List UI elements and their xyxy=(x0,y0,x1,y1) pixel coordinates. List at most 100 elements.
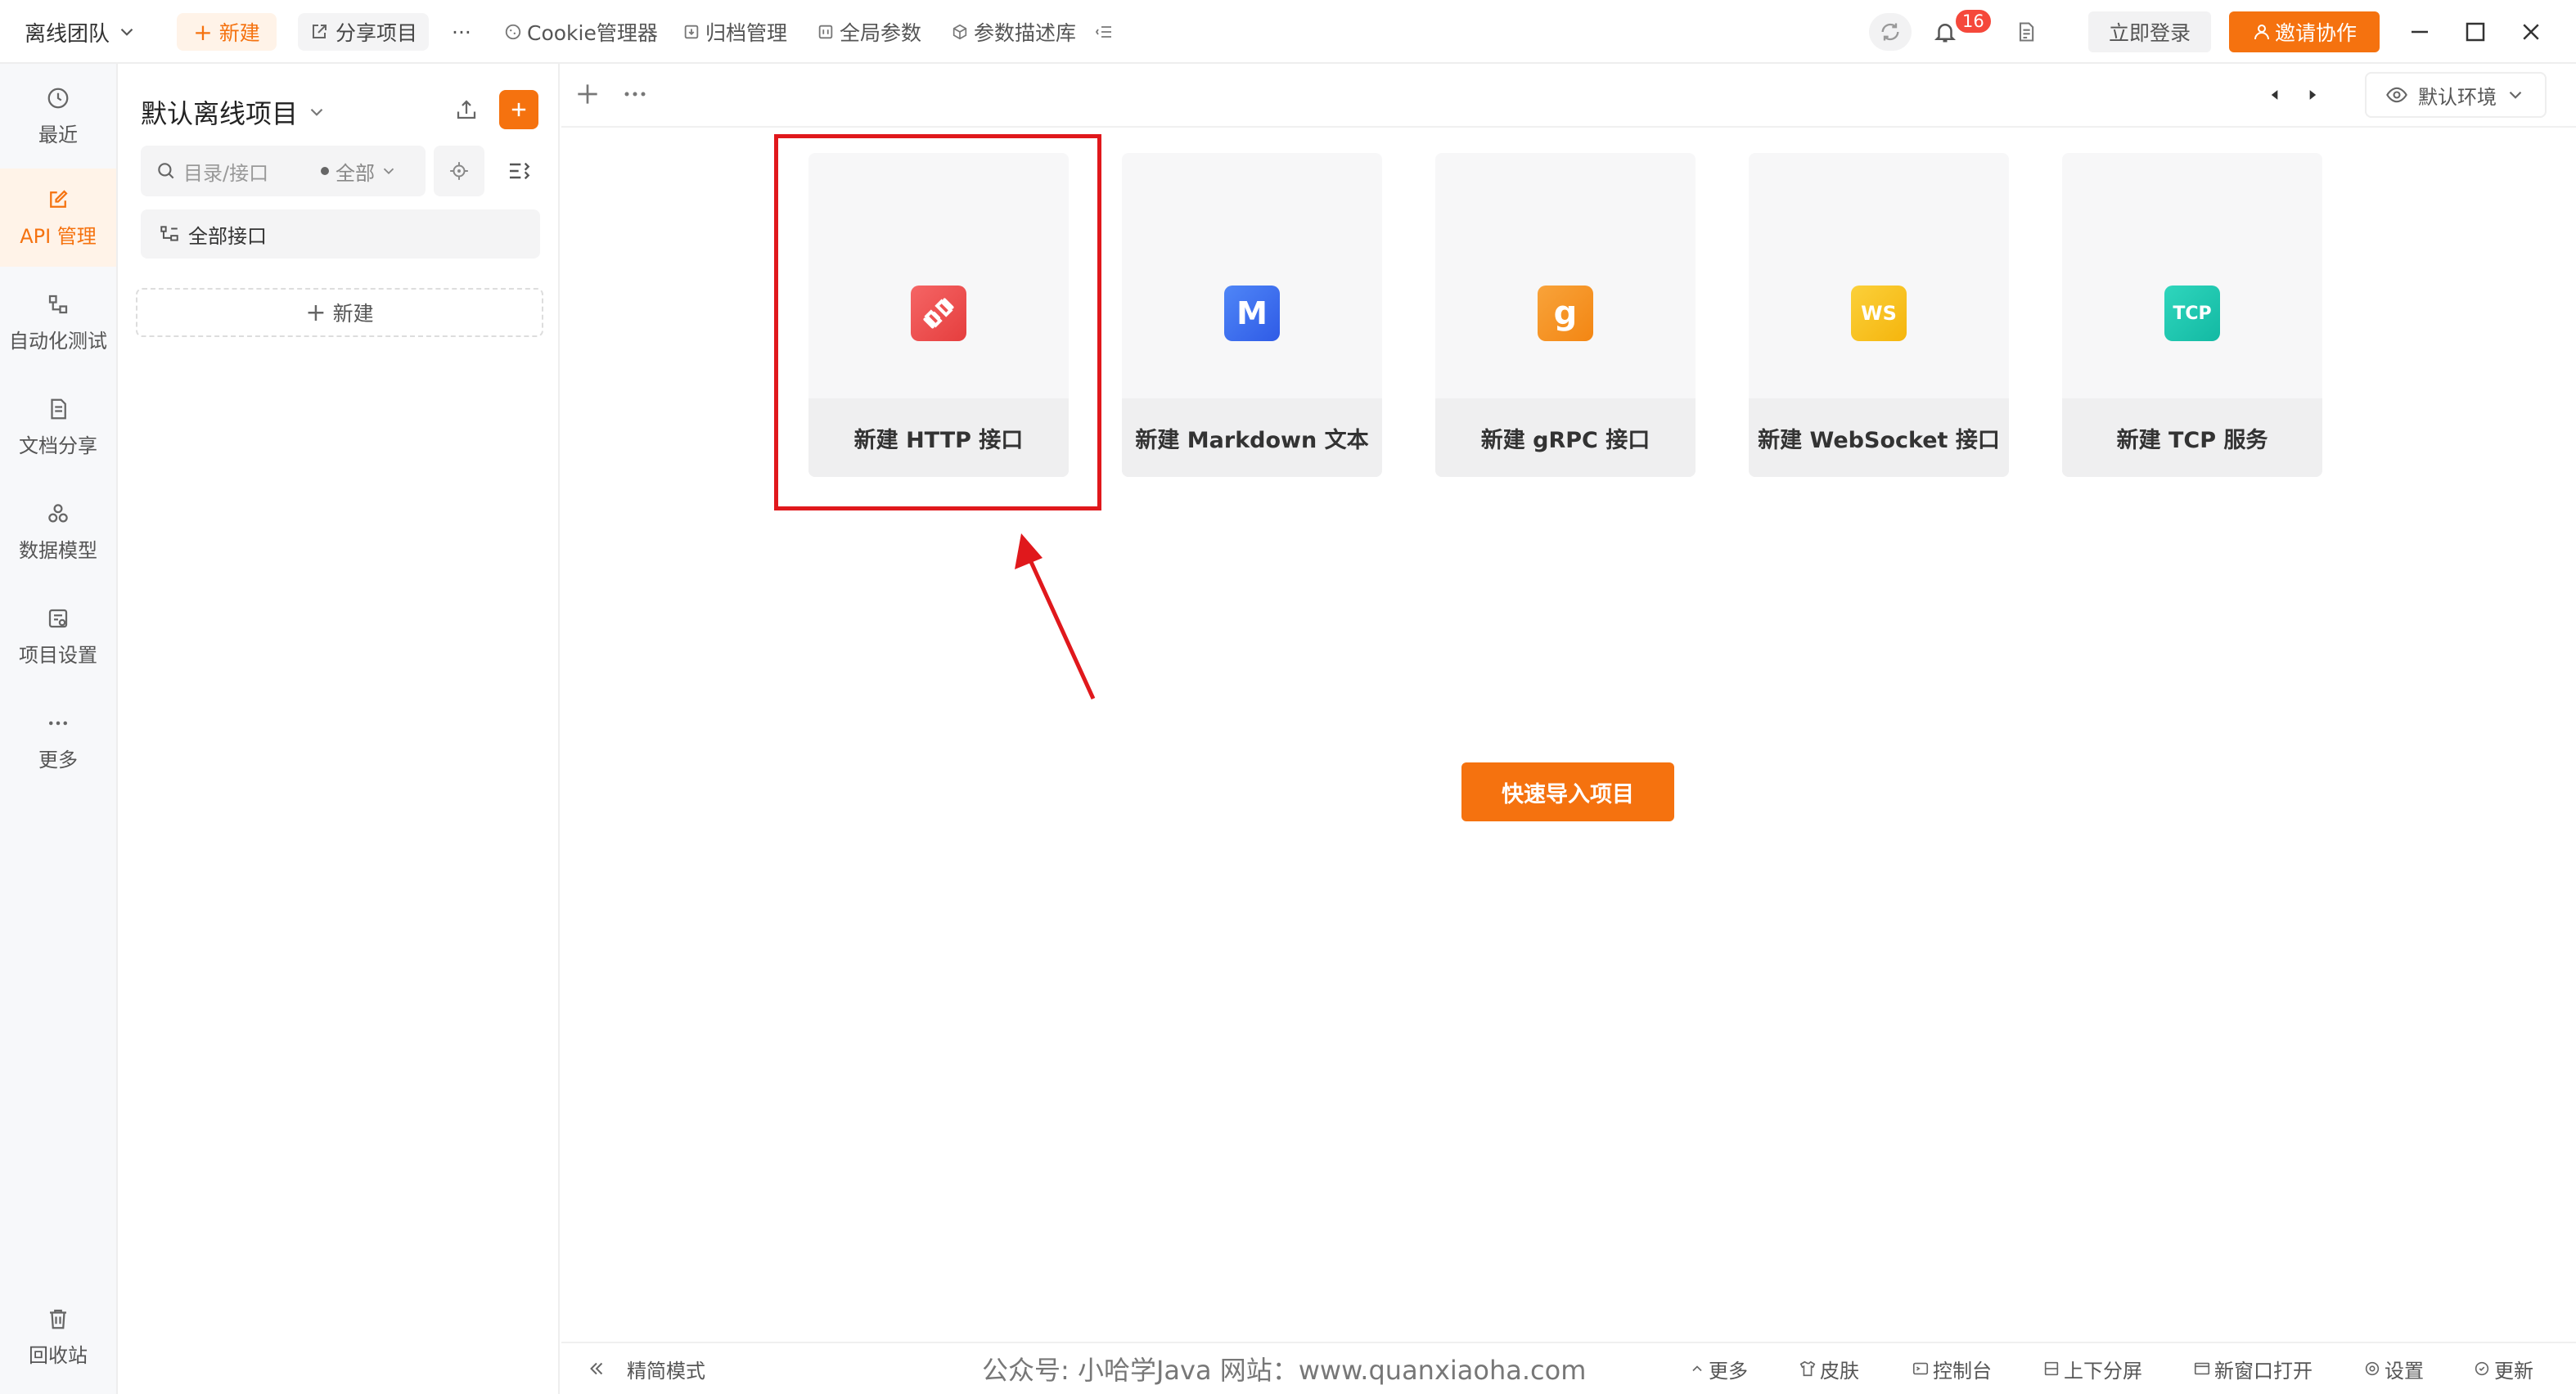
menu-cookie-manager[interactable]: Cookie管理器 xyxy=(504,0,658,64)
team-selector[interactable]: 离线团队 xyxy=(25,0,137,64)
new-item-button[interactable]: + 新建 xyxy=(136,288,543,337)
window-icon xyxy=(2194,1362,2210,1375)
status-console-button[interactable]: 控制台 xyxy=(1912,1343,1992,1394)
sync-icon xyxy=(1881,23,1899,41)
status-item-label: 新窗口打开 xyxy=(2214,1359,2313,1383)
status-more-button[interactable]: 更多 xyxy=(1689,1343,1748,1394)
status-item-label: 更多 xyxy=(1709,1359,1748,1383)
chevron-up-icon xyxy=(1692,1365,1702,1372)
nav-project-settings[interactable]: 项目设置 xyxy=(0,587,116,686)
notes-button[interactable] xyxy=(2015,0,2038,64)
status-split-button[interactable]: 上下分屏 xyxy=(2042,1343,2142,1394)
menu-global-params[interactable]: 全局参数 xyxy=(817,0,921,64)
chevron-down-icon xyxy=(120,28,133,36)
left-nav: 最近 API 管理 自动化测试 文档分享 数据模型 项目设置 更多 回收站 xyxy=(0,64,118,1394)
nav-api-management[interactable]: API 管理 xyxy=(0,169,116,267)
double-chevron-left-icon xyxy=(590,1362,603,1375)
chevron-down-icon xyxy=(383,168,394,175)
maximize-icon xyxy=(2466,22,2485,42)
top-bar: 离线团队 + 新建 分享项目 ··· Cookie管理器 归档管理 全局参数 参… xyxy=(0,0,2576,64)
list-collapse-icon xyxy=(1095,26,1111,38)
search-icon xyxy=(158,163,174,179)
quick-import-button[interactable]: 快速导入项目 xyxy=(1461,762,1674,821)
filter-dropdown[interactable]: 全部 xyxy=(321,157,398,186)
project-selector[interactable]: 默认离线项目 xyxy=(141,93,327,131)
menu-label: 全局参数 xyxy=(840,21,922,45)
menu-archive[interactable]: 归档管理 xyxy=(682,0,787,64)
plus-icon: + xyxy=(305,298,327,327)
login-button[interactable]: 立即登录 xyxy=(2088,11,2211,52)
trash-icon xyxy=(50,1309,66,1329)
sync-button[interactable] xyxy=(1869,13,1912,51)
menu-label: 归档管理 xyxy=(705,21,788,45)
new-button[interactable]: + 新建 xyxy=(177,13,277,51)
export-button[interactable] xyxy=(448,92,484,128)
status-item-label: 设置 xyxy=(2385,1359,2424,1383)
maximize-button[interactable] xyxy=(2463,0,2488,64)
tree-item-all-api[interactable]: 全部接口 xyxy=(141,209,540,259)
menu-label: 参数描述库 xyxy=(974,21,1077,45)
simple-mode-button[interactable]: 精简模式 xyxy=(586,1343,705,1394)
simple-mode-label: 精简模式 xyxy=(627,1359,705,1383)
close-icon xyxy=(2523,24,2539,40)
invite-button[interactable]: 邀请协作 xyxy=(2229,11,2380,52)
share-project-button[interactable]: 分享项目 xyxy=(298,13,429,51)
close-button[interactable] xyxy=(2519,0,2543,64)
document-icon xyxy=(51,398,66,419)
more-horizontal-icon xyxy=(49,721,67,725)
search-input[interactable]: 目录/接口 全部 xyxy=(141,146,426,196)
nav-doc-share[interactable]: 文档分享 xyxy=(0,378,116,476)
minimize-button[interactable] xyxy=(2407,0,2432,64)
notification-button[interactable] xyxy=(1933,0,1957,64)
plus-icon: + xyxy=(193,18,213,46)
status-item-label: 上下分屏 xyxy=(2064,1359,2142,1383)
nav-label: 更多 xyxy=(38,748,78,771)
status-update-button[interactable]: 更新 xyxy=(2473,1343,2533,1394)
new-button-label: 新建 xyxy=(218,21,260,45)
project-sidebar: 默认离线项目 目录/接口 全部 全部接口 + 新建 xyxy=(118,64,560,1394)
nav-recent[interactable]: 最近 xyxy=(0,67,116,165)
more-menu-button[interactable]: ··· xyxy=(452,0,471,64)
project-name: 默认离线项目 xyxy=(141,98,299,129)
nav-label: 文档分享 xyxy=(19,434,97,457)
nav-automation-test[interactable]: 自动化测试 xyxy=(0,273,116,371)
status-settings-button[interactable]: 设置 xyxy=(2363,1343,2424,1394)
nav-label: API 管理 xyxy=(20,224,97,248)
clock-icon xyxy=(47,88,69,108)
nav-recycle-bin[interactable]: 回收站 xyxy=(0,1288,116,1386)
archive-icon xyxy=(684,25,699,39)
note-icon xyxy=(2019,22,2034,42)
nav-label: 回收站 xyxy=(29,1343,88,1367)
add-button[interactable] xyxy=(499,90,538,129)
share-icon xyxy=(312,25,327,38)
status-item-label: 控制台 xyxy=(1933,1359,1992,1383)
annotation-arrow xyxy=(1015,533,1096,700)
plus-icon xyxy=(511,102,526,117)
main-panel: 默认环境 新建 HTTP 接口 M 新建 Markdown 文本 g 新建 gR… xyxy=(561,64,2576,1394)
status-item-label: 更新 xyxy=(2494,1359,2533,1383)
shirt-icon xyxy=(1799,1360,1816,1377)
nav-label: 数据模型 xyxy=(19,538,97,562)
sort-button[interactable] xyxy=(494,146,545,196)
invite-label: 邀请协作 xyxy=(2274,21,2357,45)
console-icon xyxy=(1912,1362,1929,1375)
minimize-icon xyxy=(2412,30,2428,34)
search-placeholder: 目录/接口 xyxy=(183,161,269,185)
menu-param-library[interactable]: 参数描述库 xyxy=(951,0,1076,64)
watermark-text: 公众号: 小哈学Java 网站：www.quanxiaoha.com xyxy=(982,1355,1587,1386)
cookie-icon xyxy=(505,24,521,40)
more-dots: ··· xyxy=(452,20,471,44)
status-new-window-button[interactable]: 新窗口打开 xyxy=(2193,1343,2313,1394)
status-skin-button[interactable]: 皮肤 xyxy=(1799,1343,1859,1394)
notification-badge: 16 xyxy=(1954,8,1993,34)
menu-collapse-button[interactable] xyxy=(1095,0,1115,64)
locate-button[interactable] xyxy=(434,146,484,196)
status-item-label: 皮肤 xyxy=(1820,1359,1859,1383)
settings-doc-icon xyxy=(48,609,68,627)
update-icon xyxy=(2475,1361,2489,1376)
status-bar: 精简模式 公众号: 小哈学Java 网站：www.quanxiaoha.com … xyxy=(561,1342,2576,1394)
nav-label: 项目设置 xyxy=(19,643,97,667)
nav-more[interactable]: 更多 xyxy=(0,692,116,790)
sort-icon xyxy=(510,162,530,180)
nav-data-model[interactable]: 数据模型 xyxy=(0,483,116,581)
